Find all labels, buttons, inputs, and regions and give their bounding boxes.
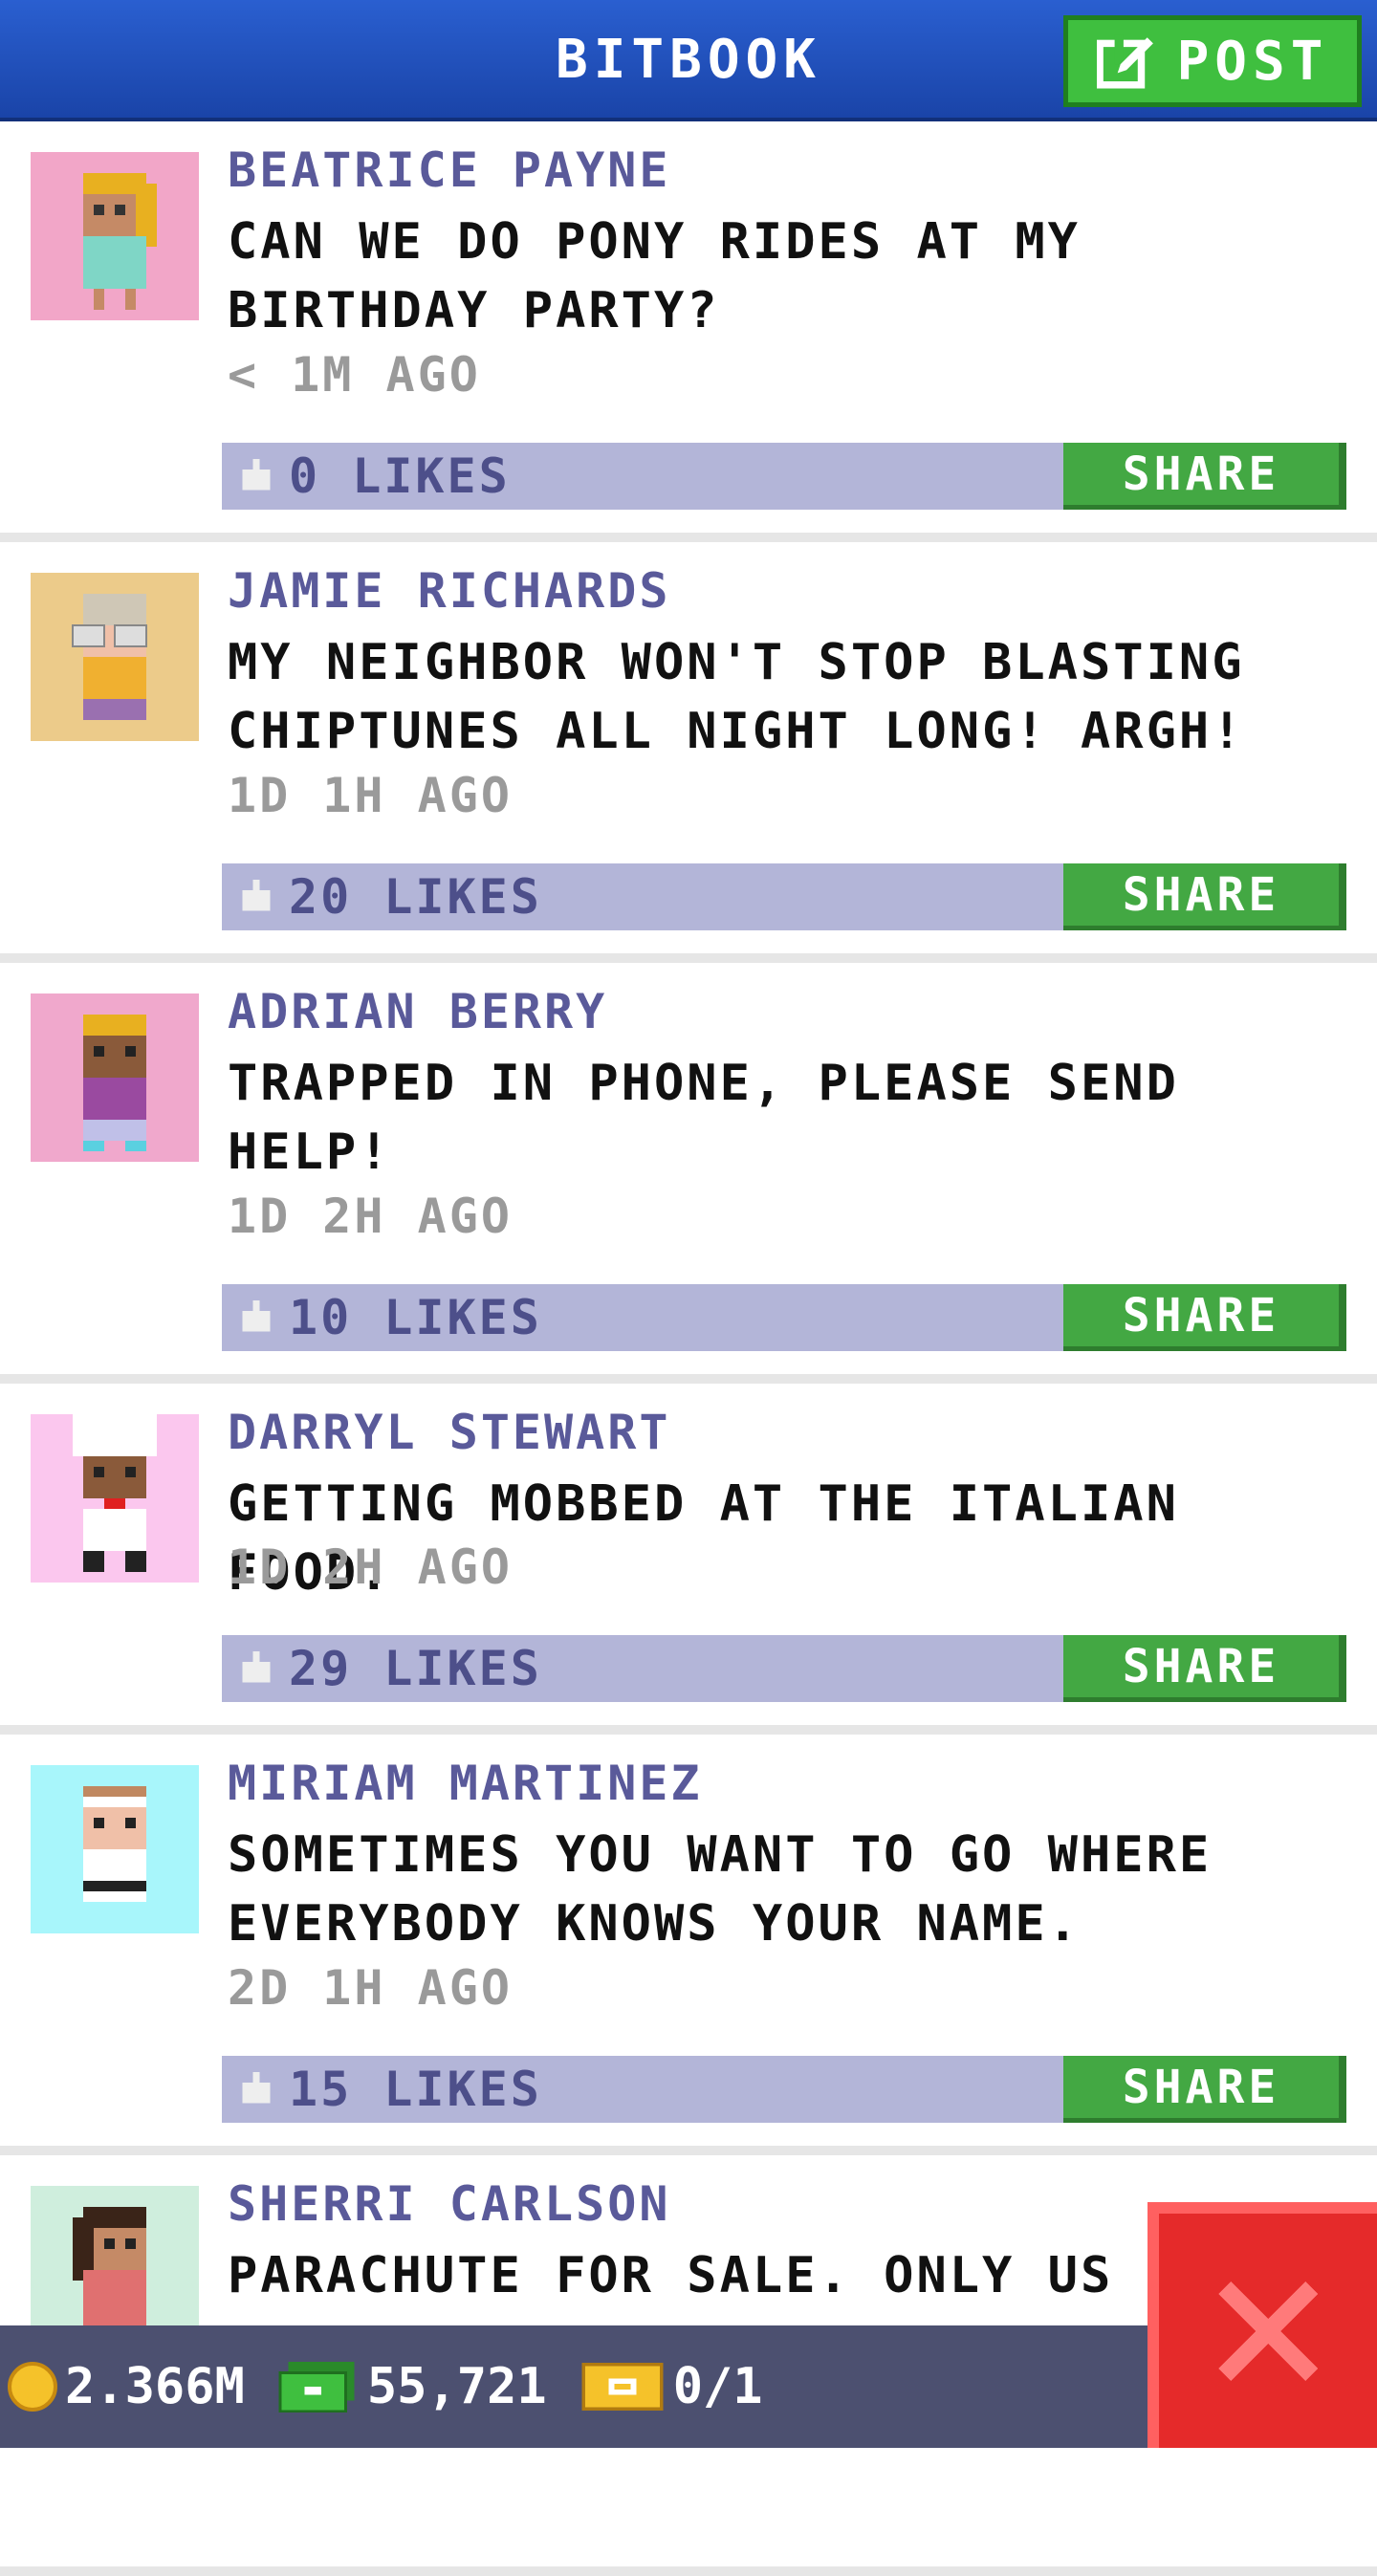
tickets-stat[interactable]: 0/1	[579, 2358, 763, 2415]
likes-button[interactable]: 20 LIKES	[239, 863, 542, 930]
thumbs-up-icon	[242, 2072, 271, 2104]
likes-button[interactable]: 0 LIKES	[239, 443, 511, 510]
post-author[interactable]: DARRYL STEWART	[228, 1405, 670, 1460]
feed-post: JAMIE RICHARDS MY NEIGHBOR WON'T STOP BL…	[0, 542, 1377, 963]
post-button-label: POST	[1176, 30, 1329, 93]
coins-stat: 2.366M	[8, 2358, 245, 2415]
post-author[interactable]: BEATRICE PAYNE	[228, 142, 670, 198]
bux-stat[interactable]: 55,721	[277, 2358, 547, 2415]
share-button[interactable]: SHARE	[1063, 1635, 1346, 1702]
post-message: MY NEIGHBOR WON'T STOP BLASTING CHIPTUNE…	[228, 634, 1245, 760]
top-bar: BITBOOK POST	[0, 0, 1377, 121]
thumbs-up-icon	[242, 1300, 271, 1332]
post-time: 1D 2H AGO	[228, 1189, 513, 1244]
likes-count: 15 LIKES	[289, 2062, 542, 2117]
share-button[interactable]: SHARE	[1063, 443, 1346, 510]
likes-bar: 20 LIKES SHARE	[222, 863, 1346, 930]
post-message: CAN WE DO PONY RIDES AT MY BIRTHDAY PART…	[228, 213, 1081, 339]
thumbs-up-icon	[242, 880, 271, 911]
avatar[interactable]	[31, 1414, 199, 1583]
post-time: 1D 2H AGO	[228, 1539, 513, 1595]
likes-count: 10 LIKES	[289, 1290, 542, 1345]
thumbs-up-icon	[242, 459, 271, 491]
avatar[interactable]	[31, 1765, 199, 1933]
edit-icon	[1096, 34, 1153, 89]
likes-bar: 0 LIKES SHARE	[222, 443, 1346, 510]
avatar[interactable]	[31, 573, 199, 741]
likes-button[interactable]: 29 LIKES	[239, 1635, 542, 1702]
likes-bar: 15 LIKES SHARE	[222, 2056, 1346, 2123]
feed-post: ADRIAN BERRY TRAPPED IN PHONE, PLEASE SE…	[0, 963, 1377, 1384]
likes-bar: 29 LIKES SHARE	[222, 1635, 1346, 1702]
cash-icon	[278, 2362, 355, 2413]
bux-value: 55,721	[366, 2358, 547, 2415]
likes-count: 20 LIKES	[289, 869, 542, 925]
coins-value: 2.366M	[65, 2358, 245, 2415]
thumbs-up-icon	[242, 1651, 271, 1683]
feed-post: MIRIAM MARTINEZ SOMETIMES YOU WANT TO GO…	[0, 1735, 1377, 2155]
coin-icon	[8, 2362, 57, 2412]
avatar[interactable]	[31, 152, 199, 320]
feed-post: DARRYL STEWART GETTING MOBBED AT THE ITA…	[0, 1384, 1377, 1735]
post-author[interactable]: JAMIE RICHARDS	[228, 563, 670, 619]
post-time: 1D 1H AGO	[228, 768, 513, 823]
share-button[interactable]: SHARE	[1063, 2056, 1346, 2123]
post-time: 2D 1H AGO	[228, 1960, 513, 2016]
tickets-value: 0/1	[672, 2358, 763, 2415]
post-time: < 1M AGO	[228, 347, 481, 403]
likes-bar: 10 LIKES SHARE	[222, 1284, 1346, 1351]
close-icon	[1218, 2281, 1318, 2381]
post-author[interactable]: SHERRI CARLSON	[228, 2176, 670, 2232]
likes-count: 0 LIKES	[289, 448, 511, 504]
share-button[interactable]: SHARE	[1063, 1284, 1346, 1351]
likes-button[interactable]: 15 LIKES	[239, 2056, 542, 2123]
avatar[interactable]	[31, 993, 199, 1162]
post-author[interactable]: ADRIAN BERRY	[228, 984, 607, 1039]
likes-button[interactable]: 10 LIKES	[239, 1284, 542, 1351]
post-message: TRAPPED IN PHONE, PLEASE SEND HELP!	[228, 1055, 1179, 1181]
post-button[interactable]: POST	[1063, 15, 1362, 107]
close-button[interactable]	[1148, 2202, 1377, 2448]
post-message: SOMETIMES YOU WANT TO GO WHERE EVERYBODY…	[228, 1826, 1213, 1953]
ticket-icon	[581, 2363, 664, 2411]
share-button[interactable]: SHARE	[1063, 863, 1346, 930]
feed-post: BEATRICE PAYNE CAN WE DO PONY RIDES AT M…	[0, 121, 1377, 542]
likes-count: 29 LIKES	[289, 1641, 542, 1696]
post-author[interactable]: MIRIAM MARTINEZ	[228, 1756, 703, 1811]
